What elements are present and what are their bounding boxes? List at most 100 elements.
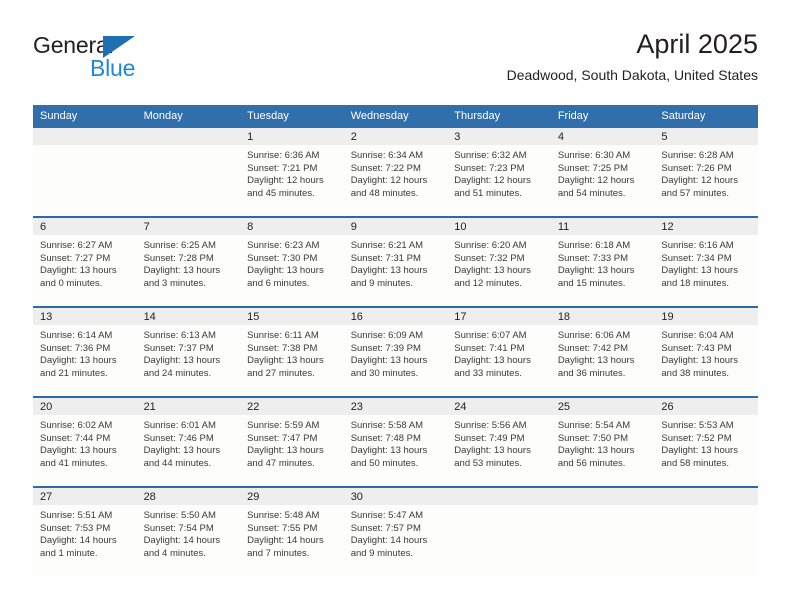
weekday-header-sunday: Sunday [33, 105, 137, 128]
calendar-day-cell[interactable]: 12 Sunrise: 6:16 AM Sunset: 7:34 PM Dayligh… [654, 216, 758, 307]
sunrise-text: Sunrise: 6:02 AM [40, 420, 113, 431]
calendar-day-cell[interactable]: 1 Sunrise: 6:36 AM Sunset: 7:21 PM Daylight… [240, 128, 344, 217]
day-cell-inner: 20 Sunrise: 6:02 AM Sunset: 7:44 PM Dayligh… [33, 398, 137, 486]
sunrise-text: Sunrise: 5:53 AM [661, 420, 734, 431]
daylight-text-line2: and 47 minutes. [247, 457, 315, 469]
daylight-text-line1: Daylight: 12 hours [247, 175, 324, 187]
daylight-text-line1: Daylight: 13 hours [143, 445, 221, 457]
day-cell-details: Sunrise: 6:06 AM Sunset: 7:42 PM Daylight:… [551, 325, 655, 380]
sunrise-text: Sunrise: 5:48 AM [247, 510, 320, 521]
daylight-text-line1: Daylight: 13 hours [661, 265, 738, 277]
daylight-text-line1: Daylight: 13 hours [350, 445, 428, 457]
calendar-day-cell[interactable]: 21 Sunrise: 6:01 AM Sunset: 7:46 PM Dayligh… [136, 396, 241, 487]
calendar-day-cell[interactable]: 13 Sunrise: 6:14 AM Sunset: 7:36 PM Dayligh… [33, 306, 137, 397]
sunrise-text: Sunrise: 6:20 AM [454, 240, 527, 251]
day-cell-details: Sunrise: 5:56 AM Sunset: 7:49 PM Daylight:… [447, 415, 551, 470]
calendar-day-cell[interactable]: 14 Sunrise: 6:13 AM Sunset: 7:37 PM Dayligh… [136, 306, 241, 397]
page-header: General Blue April 2025 Deadwood, South … [33, 28, 758, 96]
sunrise-text: Sunrise: 5:58 AM [350, 420, 424, 431]
day-number: 26 [654, 398, 758, 415]
sunset-text: Sunset: 7:25 PM [557, 162, 629, 174]
calendar-day-cell[interactable]: 18 Sunrise: 6:06 AM Sunset: 7:42 PM Dayligh… [550, 306, 655, 397]
calendar-day-cell-empty [33, 128, 137, 217]
calendar-day-cell[interactable]: 5 Sunrise: 6:28 AM Sunset: 7:26 PM Daylight… [654, 128, 758, 217]
general-blue-logo[interactable]: General Blue [33, 32, 253, 88]
calendar-day-cell[interactable]: 19 Sunrise: 6:04 AM Sunset: 7:43 PM Dayligh… [654, 306, 758, 397]
daylight-text-line2: and 6 minutes. [247, 277, 310, 289]
calendar-day-cell[interactable]: 3 Sunrise: 6:32 AM Sunset: 7:23 PM Daylight… [447, 128, 551, 217]
day-cell-details: Sunrise: 5:50 AM Sunset: 7:54 PM Daylight:… [137, 505, 241, 560]
day-number: 10 [447, 218, 551, 235]
sunrise-text: Sunrise: 6:16 AM [661, 240, 734, 251]
calendar-day-cell[interactable]: 9 Sunrise: 6:21 AM Sunset: 7:31 PM Daylight… [343, 216, 448, 307]
calendar-day-cell[interactable]: 22 Sunrise: 5:59 AM Sunset: 7:47 PM Dayligh… [240, 396, 344, 487]
daylight-text-line2: and 1 minute. [40, 547, 98, 559]
sunrise-text: Sunrise: 6:23 AM [247, 240, 320, 251]
daylight-text-line1: Daylight: 14 hours [143, 535, 221, 547]
logo-text-blue: Blue [90, 55, 136, 81]
calendar-day-cell[interactable]: 2 Sunrise: 6:34 AM Sunset: 7:22 PM Daylight… [343, 128, 448, 217]
daylight-text-line1: Daylight: 14 hours [350, 535, 428, 547]
daylight-text-line2: and 38 minutes. [661, 367, 729, 379]
day-cell-inner: 4 Sunrise: 6:30 AM Sunset: 7:25 PM Daylight… [550, 128, 655, 216]
calendar-day-cell[interactable]: 8 Sunrise: 6:23 AM Sunset: 7:30 PM Daylight… [240, 216, 344, 307]
calendar-day-cell[interactable]: 16 Sunrise: 6:09 AM Sunset: 7:39 PM Dayligh… [343, 306, 448, 397]
day-number: 17 [447, 308, 551, 325]
calendar-day-cell[interactable]: 4 Sunrise: 6:30 AM Sunset: 7:25 PM Daylight… [550, 128, 655, 217]
calendar-day-cell[interactable]: 24 Sunrise: 5:56 AM Sunset: 7:49 PM Dayligh… [447, 396, 551, 487]
day-cell-details: Sunrise: 6:21 AM Sunset: 7:31 PM Daylight:… [344, 235, 448, 290]
sunset-text: Sunset: 7:21 PM [247, 162, 318, 174]
day-number: 9 [343, 218, 448, 235]
calendar-day-cell[interactable]: 25 Sunrise: 5:54 AM Sunset: 7:50 PM Dayligh… [550, 396, 655, 487]
sunset-text: Sunset: 7:43 PM [661, 342, 732, 354]
calendar-day-cell[interactable]: 26 Sunrise: 5:53 AM Sunset: 7:52 PM Dayligh… [654, 396, 758, 487]
sunset-text: Sunset: 7:42 PM [557, 342, 629, 354]
calendar-day-cell[interactable]: 11 Sunrise: 6:18 AM Sunset: 7:33 PM Dayligh… [550, 216, 655, 307]
calendar-day-cell[interactable]: 17 Sunrise: 6:07 AM Sunset: 7:41 PM Dayligh… [447, 306, 551, 397]
calendar-day-cell[interactable]: 7 Sunrise: 6:25 AM Sunset: 7:28 PM Daylight… [136, 216, 241, 307]
day-cell-inner: 1 Sunrise: 6:36 AM Sunset: 7:21 PM Daylight… [240, 128, 344, 216]
calendar-day-cell[interactable]: 28 Sunrise: 5:50 AM Sunset: 7:54 PM Dayligh… [136, 486, 241, 576]
sunset-text: Sunset: 7:38 PM [247, 342, 318, 354]
sunset-text: Sunset: 7:37 PM [143, 342, 214, 354]
daylight-text-line2: and 18 minutes. [661, 277, 729, 289]
day-cell-details: Sunrise: 6:25 AM Sunset: 7:28 PM Daylight:… [137, 235, 241, 290]
calendar-day-cell[interactable]: 6 Sunrise: 6:27 AM Sunset: 7:27 PM Daylight… [33, 216, 137, 307]
daylight-text-line1: Daylight: 13 hours [454, 355, 531, 367]
daylight-text-line2: and 7 minutes. [247, 547, 310, 559]
daylight-text-line2: and 36 minutes. [557, 367, 626, 379]
sunset-text: Sunset: 7:32 PM [454, 252, 525, 264]
calendar-day-cell[interactable]: 20 Sunrise: 6:02 AM Sunset: 7:44 PM Dayligh… [33, 396, 137, 487]
day-cell-details: Sunrise: 5:54 AM Sunset: 7:50 PM Daylight:… [551, 415, 655, 470]
day-cell-inner: 8 Sunrise: 6:23 AM Sunset: 7:30 PM Daylight… [240, 218, 344, 306]
sunrise-text: Sunrise: 6:09 AM [350, 330, 424, 341]
calendar-day-cell[interactable]: 29 Sunrise: 5:48 AM Sunset: 7:55 PM Dayligh… [240, 486, 344, 576]
daylight-text-line2: and 41 minutes. [40, 457, 108, 469]
day-cell-details [33, 145, 137, 150]
sunset-text: Sunset: 7:57 PM [350, 522, 421, 534]
sunrise-text: Sunrise: 6:32 AM [454, 150, 527, 161]
sunset-text: Sunset: 7:46 PM [143, 432, 214, 444]
day-cell-inner: 21 Sunrise: 6:01 AM Sunset: 7:46 PM Dayligh… [136, 398, 241, 486]
sunset-text: Sunset: 7:48 PM [350, 432, 421, 444]
sunrise-text: Sunrise: 6:04 AM [661, 330, 734, 341]
daylight-text-line1: Daylight: 14 hours [247, 535, 324, 547]
day-cell-inner: 13 Sunrise: 6:14 AM Sunset: 7:36 PM Dayligh… [33, 308, 137, 396]
daylight-text-line1: Daylight: 13 hours [247, 355, 324, 367]
day-number [654, 488, 758, 505]
sunset-text: Sunset: 7:55 PM [247, 522, 318, 534]
calendar-day-cell[interactable]: 23 Sunrise: 5:58 AM Sunset: 7:48 PM Dayligh… [343, 396, 448, 487]
day-cell-inner: 16 Sunrise: 6:09 AM Sunset: 7:39 PM Dayligh… [343, 308, 448, 396]
calendar-week-row: 6 Sunrise: 6:27 AM Sunset: 7:27 PM Daylight… [33, 216, 758, 307]
day-cell-details: Sunrise: 6:20 AM Sunset: 7:32 PM Daylight:… [447, 235, 551, 290]
day-cell-inner: 27 Sunrise: 5:51 AM Sunset: 7:53 PM Dayligh… [33, 488, 137, 576]
sunrise-sunset-calendar: Sunday Monday Tuesday Wednesday Thursday… [33, 105, 758, 576]
day-cell-inner [654, 488, 758, 576]
calendar-day-cell[interactable]: 27 Sunrise: 5:51 AM Sunset: 7:53 PM Dayligh… [33, 486, 137, 576]
daylight-text-line2: and 57 minutes. [661, 187, 729, 199]
calendar-day-cell[interactable]: 15 Sunrise: 6:11 AM Sunset: 7:38 PM Dayligh… [240, 306, 344, 397]
weekday-header-friday: Friday [550, 105, 655, 128]
daylight-text-line1: Daylight: 13 hours [661, 445, 738, 457]
calendar-day-cell[interactable]: 10 Sunrise: 6:20 AM Sunset: 7:32 PM Dayligh… [447, 216, 551, 307]
calendar-day-cell[interactable]: 30 Sunrise: 5:47 AM Sunset: 7:57 PM Dayligh… [343, 486, 448, 576]
